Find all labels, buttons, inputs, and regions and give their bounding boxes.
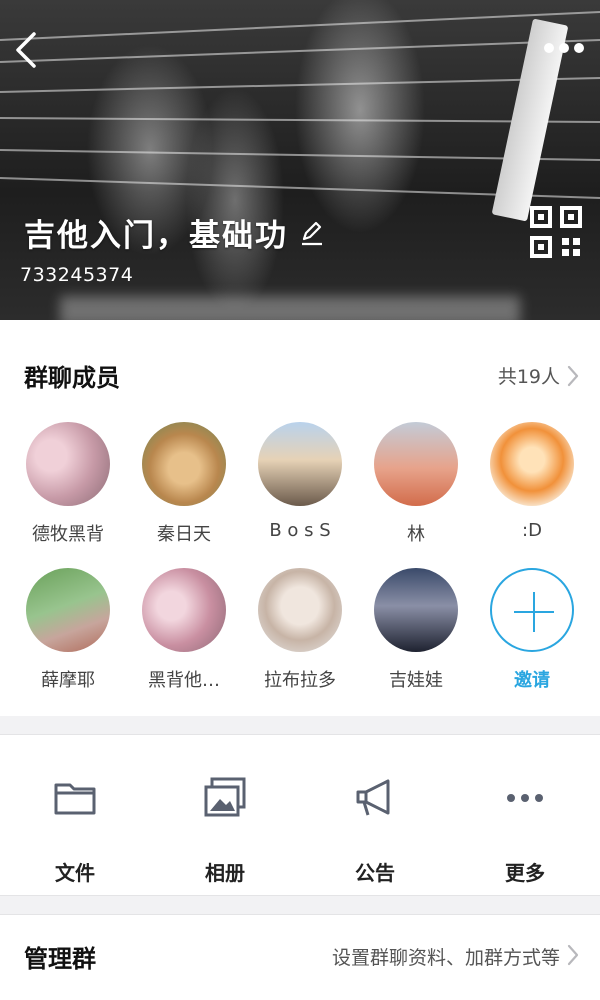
folder-icon xyxy=(54,783,96,815)
member-item[interactable]: 薛摩耶 xyxy=(13,568,123,692)
member-name: :D xyxy=(522,520,542,541)
member-name: 薛摩耶 xyxy=(41,670,95,691)
avatar xyxy=(374,422,458,506)
avatar xyxy=(26,422,110,506)
manage-group-row[interactable]: 管理群 设置群聊资料、加群方式等 xyxy=(0,914,600,1000)
group-name: 吉他入门，基础功 xyxy=(24,218,288,254)
avatar xyxy=(490,422,574,506)
member-item[interactable]: :D xyxy=(477,422,587,541)
chevron-left-icon xyxy=(16,32,36,68)
invite-button[interactable]: 邀请 xyxy=(477,568,587,692)
member-item[interactable]: B o s S xyxy=(245,422,355,541)
album-label: 相册 xyxy=(205,861,245,885)
avatar xyxy=(374,568,458,652)
member-name: B o s S xyxy=(269,520,331,541)
member-name: 林 xyxy=(407,524,425,545)
chevron-right-icon xyxy=(567,365,579,386)
member-name: 拉布拉多 xyxy=(264,670,336,691)
member-count-link[interactable]: 共19人 xyxy=(498,362,580,389)
announcement-button[interactable]: 公告 xyxy=(300,775,450,886)
more-label: 更多 xyxy=(505,861,545,885)
members-section-title: 群聊成员 xyxy=(24,364,120,392)
manage-group-title: 管理群 xyxy=(24,945,96,973)
group-title-row: 吉他入门，基础功 xyxy=(24,210,326,255)
more-dots-icon xyxy=(507,794,543,802)
more-horizontal-icon xyxy=(544,43,554,53)
qr-code-icon xyxy=(530,206,582,258)
avatar xyxy=(258,422,342,506)
more-button[interactable]: 更多 xyxy=(450,775,600,886)
announcement-label: 公告 xyxy=(355,861,395,885)
header-glow xyxy=(60,296,520,320)
member-item[interactable]: 拉布拉多 xyxy=(245,568,355,692)
member-name: 黑背他… xyxy=(148,670,220,691)
manage-group-description: 设置群聊资料、加群方式等 xyxy=(331,947,560,969)
files-button[interactable]: 文件 xyxy=(0,775,150,886)
pencil-icon[interactable] xyxy=(298,219,326,247)
more-horizontal-icon xyxy=(574,43,584,53)
group-header: 吉他入门，基础功 733245374 xyxy=(0,0,600,320)
avatar xyxy=(142,422,226,506)
photo-album-icon xyxy=(204,777,246,817)
group-members-section: 群聊成员 共19人 德牧黑背 秦日天 B o s S 林 :D 薛摩耶 黑背他…… xyxy=(0,320,600,716)
back-button[interactable] xyxy=(10,26,46,74)
member-name: 吉娃娃 xyxy=(389,670,443,691)
invite-label: 邀请 xyxy=(514,670,550,691)
more-options-button[interactable] xyxy=(540,36,588,60)
member-item[interactable]: 德牧黑背 xyxy=(13,422,123,546)
avatar xyxy=(258,568,342,652)
album-button[interactable]: 相册 xyxy=(150,775,300,886)
member-item[interactable]: 林 xyxy=(361,422,471,546)
member-item[interactable]: 黑背他… xyxy=(129,568,239,692)
avatar xyxy=(26,568,110,652)
group-id: 733245374 xyxy=(20,264,134,286)
member-item[interactable]: 秦日天 xyxy=(129,422,239,546)
member-name: 德牧黑背 xyxy=(32,524,104,545)
group-actions-section: 文件 相册 公告 更多 xyxy=(0,734,600,896)
plus-icon xyxy=(490,568,574,652)
files-label: 文件 xyxy=(55,861,95,885)
member-count: 共19人 xyxy=(497,366,560,388)
more-horizontal-icon xyxy=(559,43,569,53)
megaphone-icon xyxy=(356,779,390,816)
chevron-right-icon xyxy=(567,944,579,966)
avatar xyxy=(142,568,226,652)
qr-code-button[interactable] xyxy=(530,206,582,258)
member-item[interactable]: 吉娃娃 xyxy=(361,568,471,692)
member-name: 秦日天 xyxy=(157,524,211,545)
